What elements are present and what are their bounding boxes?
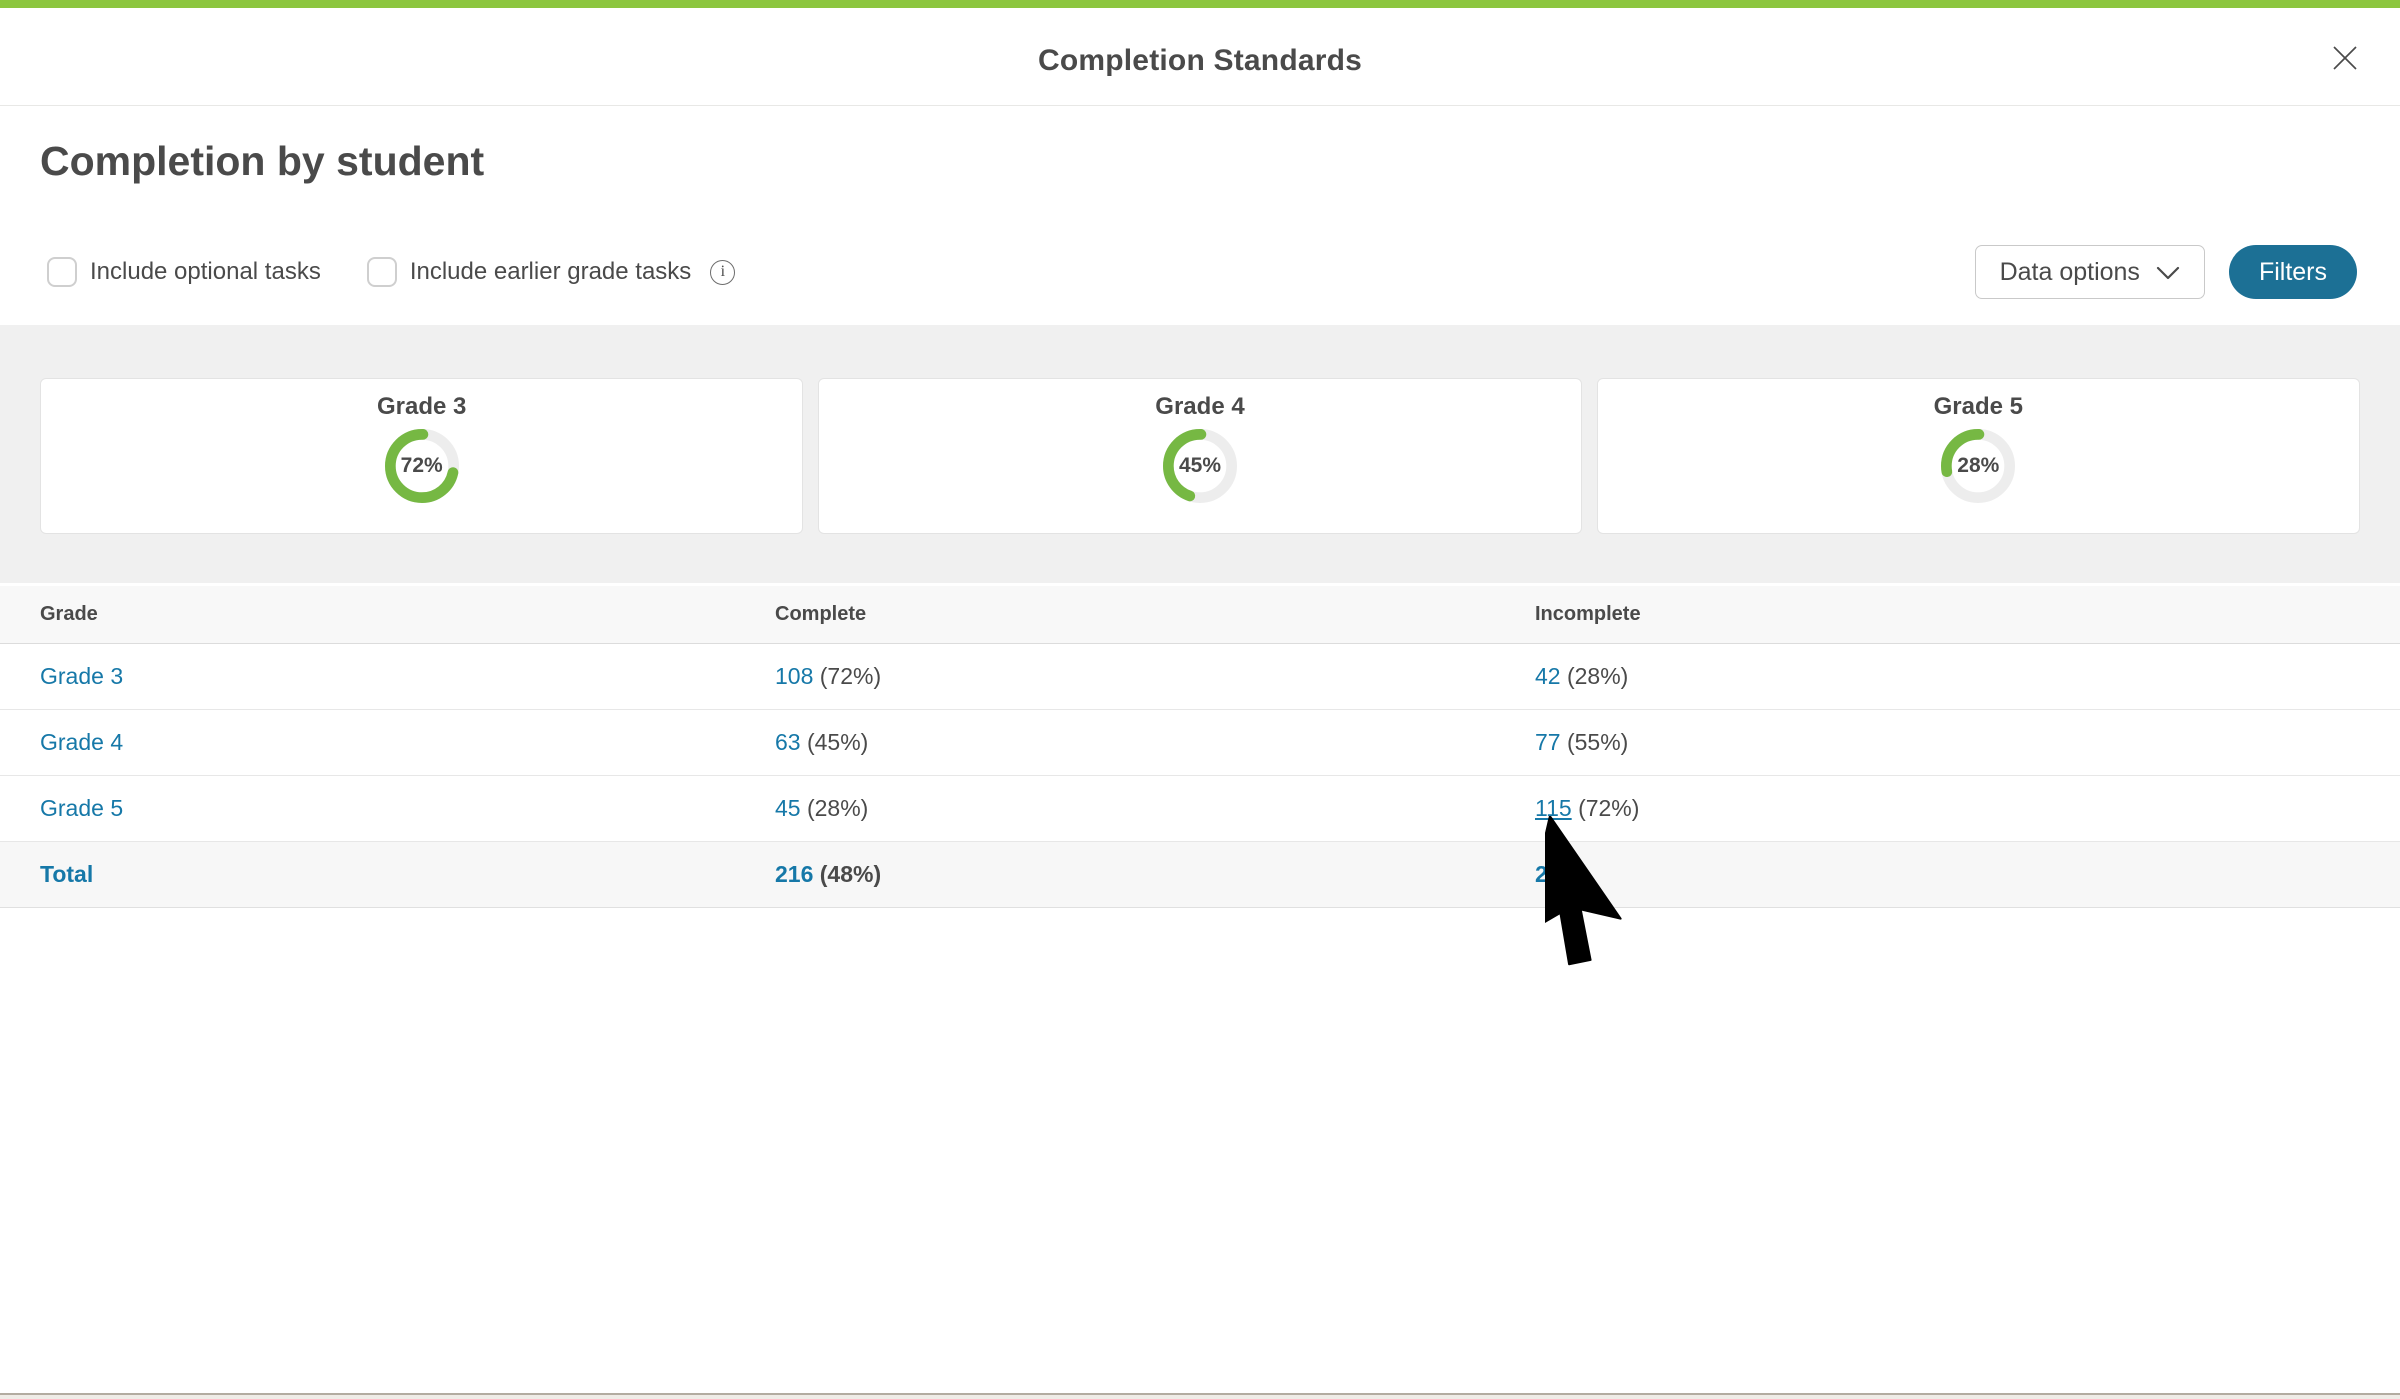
include-earlier-grade-tasks-option[interactable]: Include earlier grade tasks i (367, 257, 735, 287)
grade-3-link[interactable]: Grade 3 (40, 663, 123, 689)
grade-4-complete-percent: (45%) (807, 729, 868, 755)
filters-button[interactable]: Filters (2229, 245, 2357, 299)
grade-5-complete-percent: (28%) (807, 795, 868, 821)
data-options-label: Data options (2000, 258, 2140, 287)
grade-3-complete-percent: (72%) (820, 663, 881, 689)
bottom-edge-divider (0, 1393, 2400, 1399)
grade-4-donut-chart: 45% (1163, 429, 1237, 503)
include-optional-tasks-checkbox[interactable] (47, 257, 77, 287)
total-complete-percent: (48%) (820, 861, 881, 887)
controls-row: Include optional tasks Include earlier g… (0, 245, 2400, 299)
top-accent-bar (0, 0, 2400, 8)
include-optional-tasks-label: Include optional tasks (90, 258, 321, 286)
table-row-total: Total 216 (48%) 234 (0, 842, 2400, 908)
total-incomplete-count: 234 (1535, 861, 1573, 887)
grade-5-card-label: Grade 5 (1934, 393, 2023, 421)
table-row-grade-4: Grade 4 63 (45%) 77 (55%) (0, 710, 2400, 776)
grade-4-incomplete-percent: (55%) (1567, 729, 1628, 755)
include-earlier-grade-tasks-checkbox[interactable] (367, 257, 397, 287)
grade-3-incomplete-count-link[interactable]: 42 (1535, 663, 1561, 689)
grade-4-link[interactable]: Grade 4 (40, 729, 123, 755)
grade-3-card-label: Grade 3 (377, 393, 466, 421)
grade-3-donut-chart: 72% (385, 429, 459, 503)
completion-standards-modal: Completion Standards Completion by stude… (0, 0, 2400, 1399)
completion-table: Grade Complete Incomplete Grade 3 108 (7… (0, 586, 2400, 908)
summary-cards-band: Grade 3 72% Grade 4 45% (0, 325, 2400, 583)
page-title: Completion by student (40, 138, 484, 185)
grade-4-incomplete-count-link[interactable]: 77 (1535, 729, 1561, 755)
grade-3-card: Grade 3 72% (40, 378, 803, 534)
column-header-incomplete: Incomplete (1535, 603, 2400, 626)
grade-5-link[interactable]: Grade 5 (40, 795, 123, 821)
column-header-complete: Complete (775, 603, 1535, 626)
column-header-grade: Grade (40, 603, 775, 626)
grade-4-complete-count-link[interactable]: 63 (775, 729, 801, 755)
grade-5-card: Grade 5 28% (1597, 378, 2360, 534)
info-icon[interactable]: i (710, 260, 735, 285)
data-options-button[interactable]: Data options (1975, 245, 2205, 299)
include-optional-tasks-option[interactable]: Include optional tasks (47, 257, 321, 287)
grade-4-card: Grade 4 45% (818, 378, 1581, 534)
grade-5-incomplete-percent: (72%) (1578, 795, 1639, 821)
grade-3-incomplete-percent: (28%) (1567, 663, 1628, 689)
checkbox-group: Include optional tasks Include earlier g… (47, 245, 735, 299)
modal-title: Completion Standards (0, 44, 2400, 78)
total-label: Total (40, 861, 93, 887)
close-button[interactable] (2330, 44, 2360, 74)
modal-header: Completion Standards (0, 8, 2400, 106)
grade-5-incomplete-count-link[interactable]: 115 (1535, 795, 1572, 821)
table-row-grade-3: Grade 3 108 (72%) 42 (28%) (0, 644, 2400, 710)
chevron-down-icon (2156, 258, 2180, 287)
table-header-row: Grade Complete Incomplete (0, 586, 2400, 644)
grade-4-percent: 45% (1163, 429, 1237, 503)
summary-cards-row: Grade 3 72% Grade 4 45% (40, 378, 2360, 534)
grade-3-complete-count-link[interactable]: 108 (775, 663, 813, 689)
grade-4-card-label: Grade 4 (1155, 393, 1244, 421)
total-complete-count: 216 (775, 861, 813, 887)
grade-3-percent: 72% (385, 429, 459, 503)
include-earlier-grade-tasks-label: Include earlier grade tasks (410, 258, 691, 286)
grade-5-donut-chart: 28% (1941, 429, 2015, 503)
grade-5-complete-count-link[interactable]: 45 (775, 795, 801, 821)
table-row-grade-5: Grade 5 45 (28%) 115 (72%) (0, 776, 2400, 842)
right-controls: Data options Filters (1975, 245, 2357, 299)
close-icon (2331, 60, 2359, 75)
grade-5-percent: 28% (1941, 429, 2015, 503)
